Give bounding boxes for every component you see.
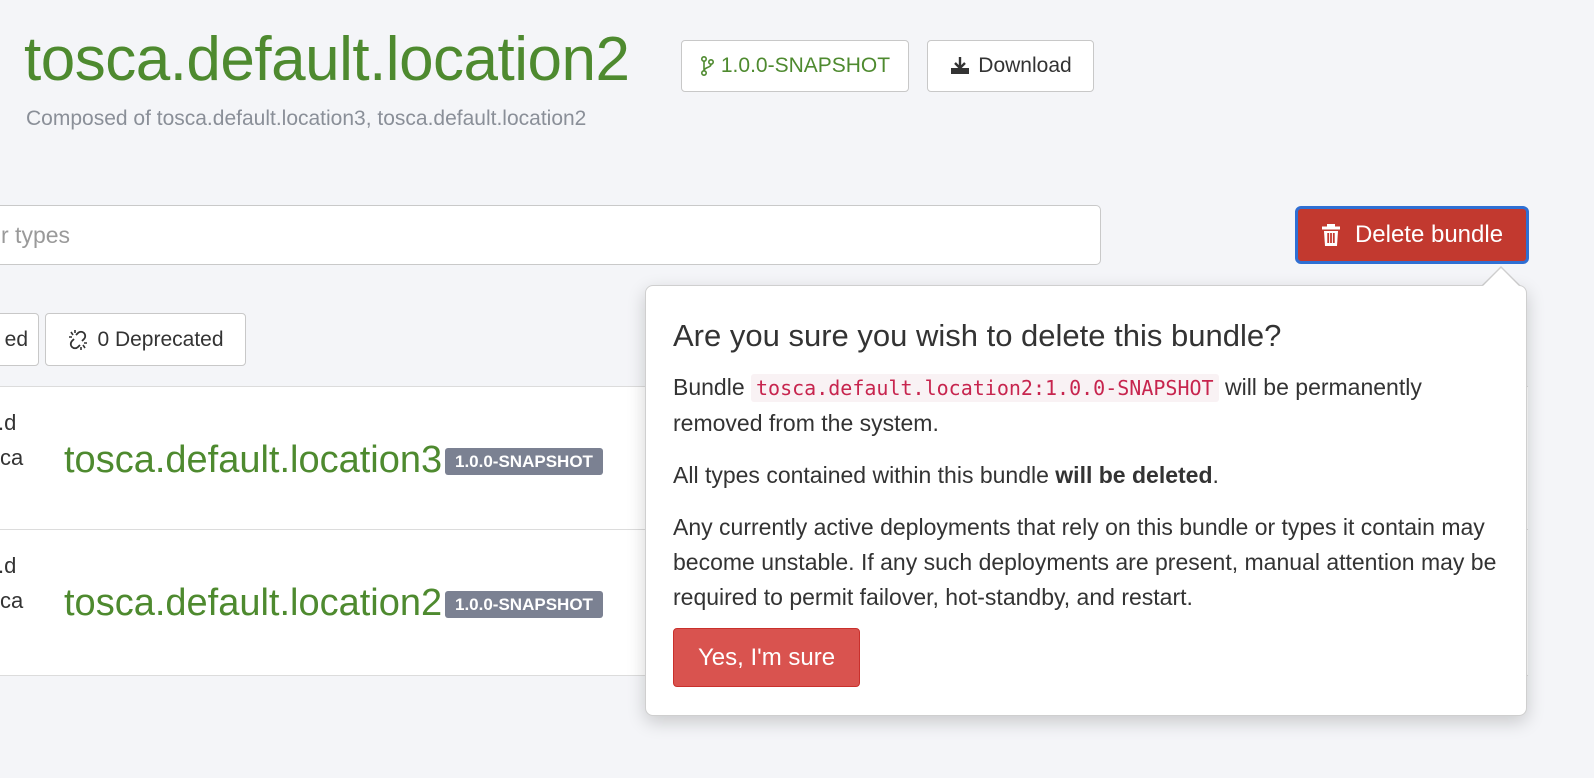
- popover-text: Bundle: [673, 374, 752, 400]
- delete-bundle-label: Delete bundle: [1354, 221, 1504, 248]
- page-title: tosca.default.location2: [24, 25, 630, 94]
- version-label: 1.0.0-SNAPSHOT: [720, 54, 891, 77]
- popover-deployments-warning: Any currently active deployments that re…: [673, 514, 1497, 610]
- download-button[interactable]: Download: [927, 40, 1094, 92]
- popover-emphasis: will be deleted: [1055, 462, 1213, 488]
- delete-confirm-popover: Are you sure you wish to delete this bun…: [645, 285, 1527, 716]
- broken-link-icon: [69, 329, 88, 350]
- version-badge: 1.0.0-SNAPSHOT: [445, 591, 603, 618]
- filter-pill-partial[interactable]: ed: [0, 313, 39, 366]
- list-item-name[interactable]: tosca.default.location3: [64, 438, 442, 482]
- filter-types-input[interactable]: [0, 205, 1101, 265]
- popover-title: Are you sure you wish to delete this bun…: [673, 318, 1282, 353]
- list-item-fragment: .d: [0, 553, 17, 578]
- git-branch-icon: [700, 56, 714, 76]
- filter-pill-deprecated[interactable]: 0 Deprecated: [45, 313, 246, 366]
- popover-types-warning: All types contained within this bundle w…: [673, 458, 1500, 493]
- version-button[interactable]: 1.0.0-SNAPSHOT: [681, 40, 909, 92]
- popover-text: .: [1212, 462, 1219, 488]
- deprecated-count-label: 0 Deprecated: [97, 327, 224, 351]
- list-item-fragment: .d: [0, 410, 17, 435]
- list-item-fragment: ca: [0, 588, 24, 613]
- list-item-name[interactable]: tosca.default.location2: [64, 581, 442, 625]
- download-label: Download: [978, 54, 1072, 77]
- popover-text: All types contained within this bundle: [673, 462, 1056, 488]
- filter-pill-partial-label: ed: [4, 327, 28, 351]
- download-icon: [951, 57, 970, 74]
- trash-icon: [1321, 224, 1340, 246]
- popover-arrow-fill: [1482, 268, 1520, 287]
- bundle-composition: Composed of tosca.default.location3, tos…: [26, 107, 587, 130]
- delete-bundle-button[interactable]: Delete bundle: [1295, 206, 1529, 264]
- list-item-fragment: ca: [0, 445, 24, 470]
- bundle-id-code: tosca.default.location2:1.0.0-SNAPSHOT: [751, 374, 1219, 402]
- popover-bundle-warning: Bundle tosca.default.location2:1.0.0-SNA…: [673, 370, 1500, 441]
- confirm-delete-button[interactable]: Yes, I'm sure: [673, 628, 860, 687]
- version-badge: 1.0.0-SNAPSHOT: [445, 448, 603, 475]
